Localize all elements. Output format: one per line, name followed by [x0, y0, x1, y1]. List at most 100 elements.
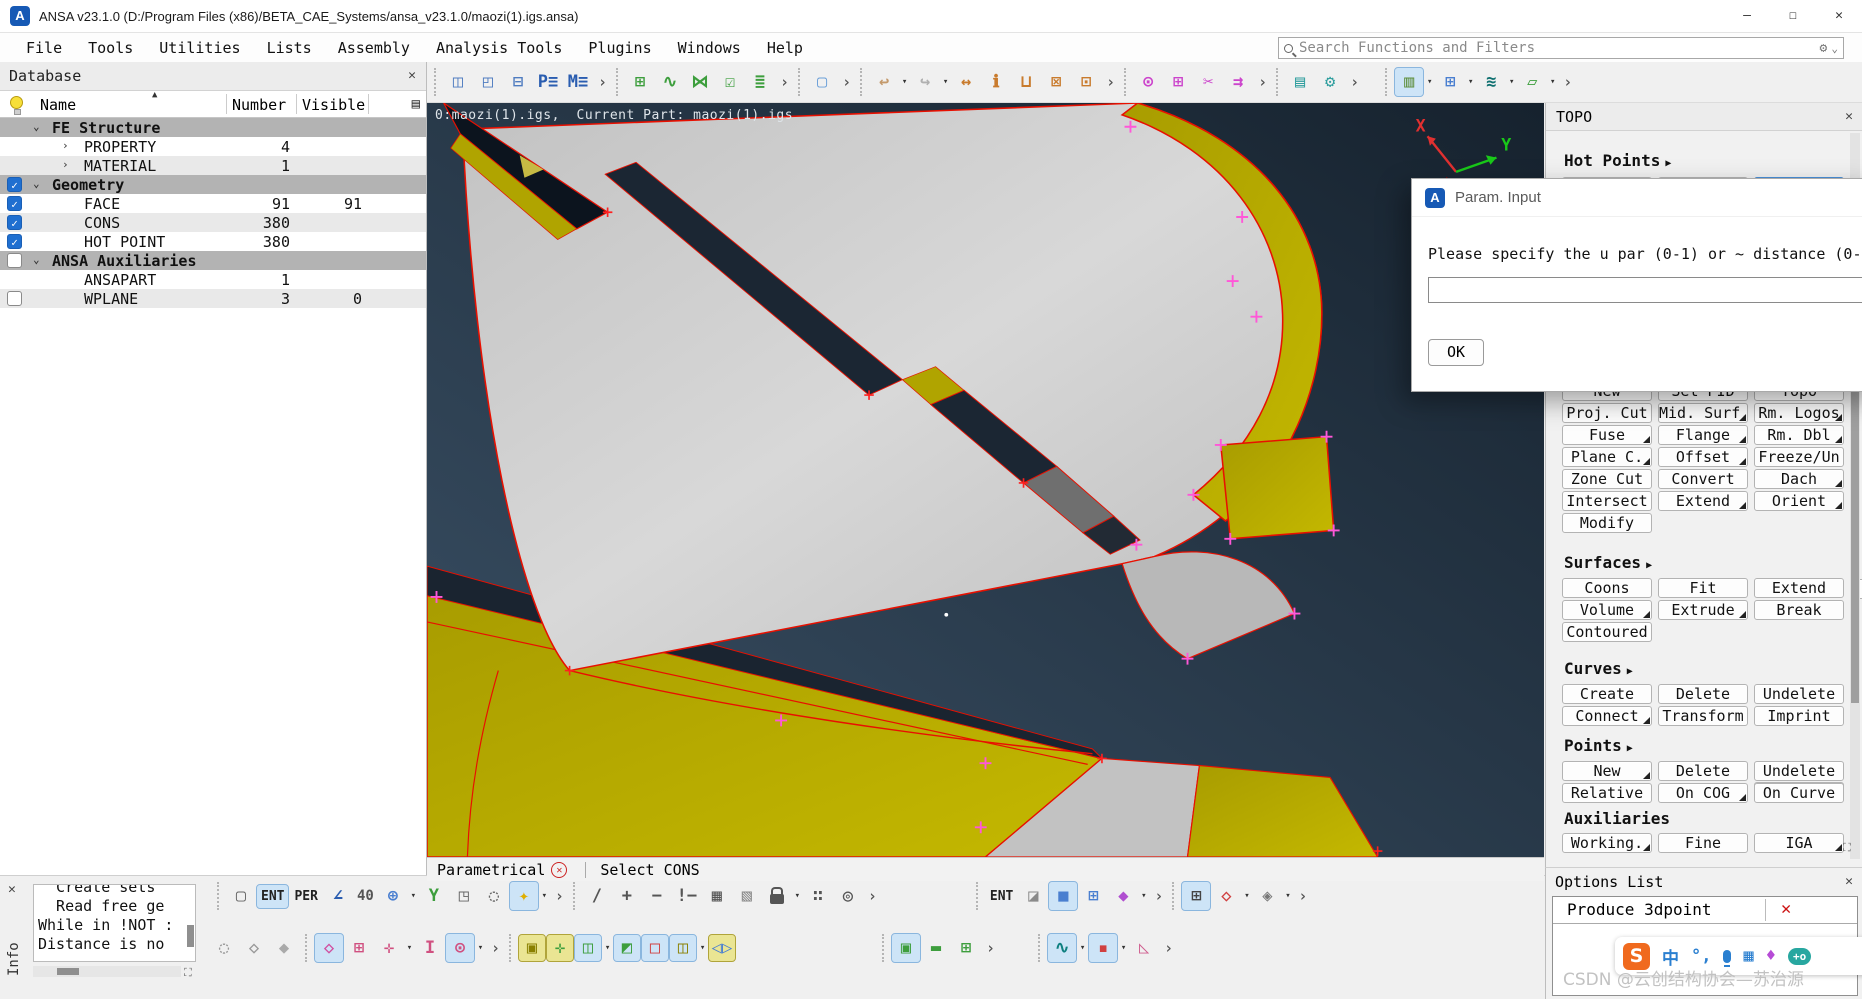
checked-checkbox[interactable]: ✓ — [7, 177, 22, 192]
spotlight-icon[interactable]: ◎ — [834, 882, 862, 910]
feature-slab-icon[interactable]: ▬ — [922, 934, 950, 962]
info-close-icon[interactable]: ✕ — [8, 882, 16, 897]
face-split-icon[interactable]: ◫ — [575, 935, 601, 961]
show-plus-icon[interactable]: + — [613, 882, 641, 910]
chevron-down-icon[interactable]: ⌄ — [33, 120, 40, 133]
column-visible[interactable]: Visible — [302, 96, 365, 114]
ent-mode-icon[interactable]: ENT — [257, 885, 288, 908]
results-merge-icon[interactable]: ⇉ — [1224, 68, 1252, 96]
not-filter-icon[interactable]: !− — [673, 882, 701, 910]
group-more-icon[interactable]: › — [555, 887, 564, 905]
btn-zone-cut[interactable]: Zone Cut — [1562, 469, 1652, 489]
mirror-faces-icon[interactable]: ◁▷ — [709, 935, 735, 961]
btn-create[interactable]: Create — [1562, 684, 1652, 704]
tree-row-cons[interactable]: ✓CONS380 — [0, 213, 426, 232]
menu-file[interactable]: File — [26, 39, 62, 57]
btn-flange[interactable]: Flange — [1658, 425, 1748, 445]
face-split-dropdown-icon[interactable]: ▾ — [603, 943, 612, 953]
iso-windows-icon[interactable]: ⊞ — [1079, 882, 1107, 910]
tree-row-ansapart[interactable]: ANSAPART1 — [0, 270, 426, 289]
search-dropdown-icon[interactable]: ⌄ — [1831, 42, 1838, 55]
ghost-cube-icon[interactable]: ◌ — [210, 934, 238, 962]
btn-volume[interactable]: Volume — [1562, 600, 1652, 620]
dialog-title-bar[interactable]: A Param. Input — [1412, 179, 1862, 217]
group-more-icon[interactable]: › — [1298, 887, 1307, 905]
neighbor-visible-icon[interactable]: ∷ — [804, 882, 832, 910]
maximize-button[interactable]: ☐ — [1770, 0, 1816, 32]
checks-clipboard-icon[interactable]: ☑ — [716, 68, 744, 96]
viewport-3d[interactable]: 0:maozi(1).igs, Current Part: maozi(1).i… — [427, 103, 1544, 857]
tree-row-fe-structure[interactable]: ⌄FE Structure — [0, 118, 426, 137]
working-plane-dropdown-icon[interactable]: ▾ — [1548, 77, 1557, 87]
hexagon-nut-dropdown-icon[interactable]: ▾ — [476, 943, 485, 953]
btn-intersect[interactable]: Intersect — [1562, 491, 1652, 511]
entity-params-cube-icon[interactable]: ◈ — [1253, 882, 1281, 910]
tree-row-ansa-auxiliaries[interactable]: ⌄ANSA Auxiliaries — [0, 251, 426, 270]
btn-dach[interactable]: Dach — [1754, 469, 1844, 489]
database-table-header[interactable]: Name ▲ Number Visible ▤ — [0, 91, 426, 118]
btn-plane-c-[interactable]: Plane C. — [1562, 447, 1652, 467]
punctuation-mode-icon[interactable]: °, — [1691, 946, 1711, 966]
btn-rm-dbl[interactable]: Rm. Dbl — [1754, 425, 1844, 445]
quality-shading-icon[interactable]: ◆ — [1109, 882, 1137, 910]
lock-view-dropdown-icon[interactable]: ▾ — [793, 891, 802, 901]
drawing-style-dropdown-icon[interactable]: ▾ — [1425, 77, 1434, 87]
beam-section-icon[interactable]: I — [416, 934, 444, 962]
snap-target-icon[interactable]: ⊕ — [379, 882, 407, 910]
log-hscroll-thumb[interactable] — [57, 968, 79, 975]
btn-convert[interactable]: Convert — [1658, 469, 1748, 489]
curve-with-points-dropdown-icon[interactable]: ▾ — [1078, 943, 1087, 953]
voice-input-icon[interactable] — [1723, 950, 1731, 963]
group-more-icon[interactable]: › — [986, 939, 995, 957]
add-mass-points-icon[interactable]: ✛ — [375, 934, 403, 962]
all-entities-icon[interactable]: ▦ — [703, 882, 731, 910]
btn-freeze-un[interactable]: Freeze/Un — [1754, 447, 1844, 467]
log-expand-icon[interactable]: ⛶ — [184, 966, 197, 979]
solid-cube-icon[interactable]: ◆ — [270, 934, 298, 962]
btn-transform[interactable]: Transform — [1658, 706, 1748, 726]
param-input-field[interactable] — [1428, 277, 1862, 303]
chevron-right-icon[interactable]: › — [62, 158, 69, 171]
fix-geometry-icon[interactable]: ⊠ — [1042, 68, 1070, 96]
snap-target-dropdown-icon[interactable]: ▾ — [409, 891, 418, 901]
wire-cube-red-icon[interactable]: ◇ — [1212, 882, 1240, 910]
btn-modify[interactable]: Modify — [1562, 513, 1652, 533]
feature-box-icon[interactable]: ▣ — [892, 934, 920, 962]
options-close-icon[interactable]: ✕ — [1845, 874, 1853, 889]
menu-plugins[interactable]: Plugins — [588, 39, 651, 57]
btn-on-curve[interactable]: On Curve — [1754, 783, 1844, 803]
focus-brush-icon[interactable]: ✦ — [510, 882, 538, 910]
btn-break[interactable]: Break — [1754, 600, 1844, 620]
material-list-icon[interactable]: M≡ — [564, 68, 592, 96]
option-item-label[interactable]: Produce 3dpoint — [1567, 900, 1712, 919]
btn-contoured[interactable]: Contoured — [1562, 622, 1652, 642]
face-midpoint-icon[interactable]: ✛ — [547, 935, 573, 961]
column-number[interactable]: Number — [232, 96, 286, 114]
group-more-icon[interactable]: › — [491, 939, 500, 957]
group-more-icon[interactable]: › — [1164, 939, 1173, 957]
cut-scissors-icon[interactable]: ✂ — [1194, 68, 1222, 96]
lock-view-icon[interactable] — [763, 882, 791, 910]
btn-imprint[interactable]: Imprint — [1754, 706, 1844, 726]
btn-extrude[interactable]: Extrude — [1658, 600, 1748, 620]
compare-models-icon[interactable]: ⋈ — [686, 68, 714, 96]
btn-working-[interactable]: Working. — [1562, 833, 1652, 853]
log-hscroll[interactable] — [33, 966, 181, 977]
cad-model-hat[interactable]: X Y — [427, 103, 1544, 857]
search-box[interactable]: Search Functions and Filters ⚙ ⌄ — [1278, 37, 1844, 59]
redo-dropdown-icon[interactable]: ▾ — [941, 77, 950, 87]
log-vscroll-thumb[interactable] — [187, 925, 194, 947]
redo-icon[interactable]: ↪ — [911, 68, 939, 96]
sort-asc-icon[interactable]: ▲ — [152, 90, 157, 100]
database-close-icon[interactable]: ✕ — [408, 68, 416, 83]
wire-cube-icon[interactable]: ◇ — [240, 934, 268, 962]
menu-windows[interactable]: Windows — [678, 39, 741, 57]
mixed-entities-icon[interactable]: ▧ — [733, 882, 761, 910]
window-layout-dropdown-icon[interactable]: ▾ — [1466, 77, 1475, 87]
minimize-button[interactable]: — — [1724, 0, 1770, 32]
tree-row-geometry[interactable]: ✓⌄Geometry — [0, 175, 426, 194]
ok-button[interactable]: OK — [1428, 339, 1484, 366]
menu-help[interactable]: Help — [767, 39, 803, 57]
group-more-icon[interactable]: › — [842, 73, 851, 91]
cancel-mode-icon[interactable]: ✕ — [551, 862, 567, 878]
